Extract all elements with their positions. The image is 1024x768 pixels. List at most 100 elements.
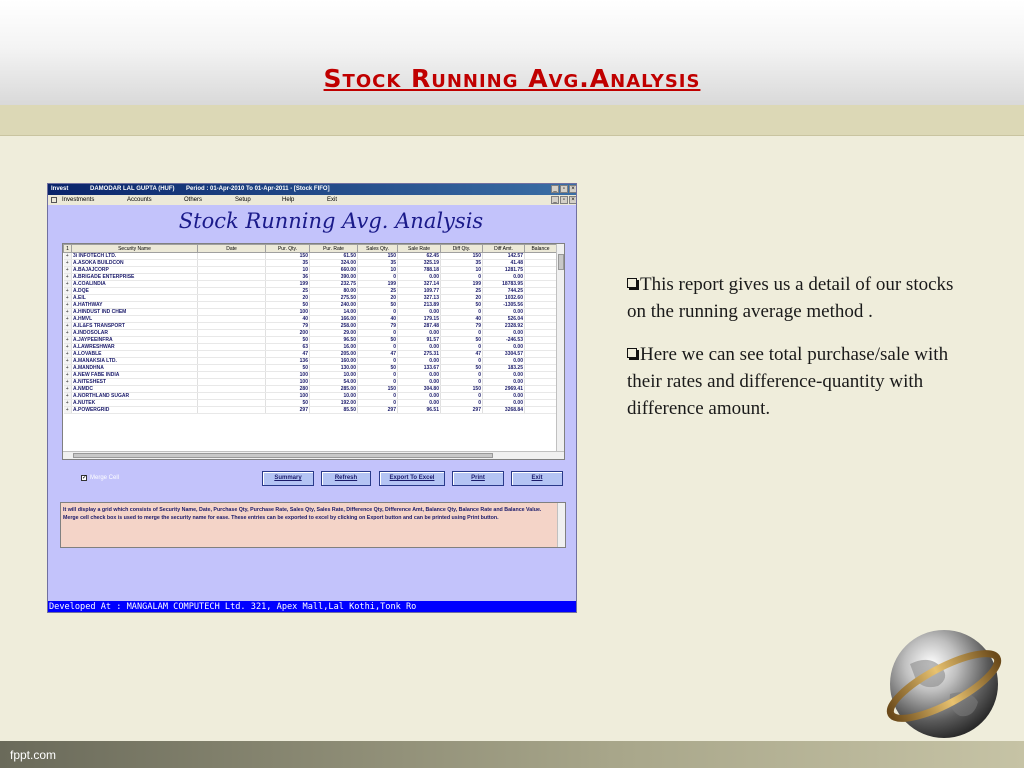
table-row[interactable]: + A.MANDHNA 50 130.00 50 133.67 50 183.25: [63, 364, 557, 372]
table-row[interactable]: + A.COALINDIA 199 232.75 199 327.14 199 18783.9…: [63, 280, 557, 288]
menu-help[interactable]: Help: [282, 195, 294, 205]
expand-icon[interactable]: +: [63, 392, 72, 400]
table-row[interactable]: + A.JAYPEEINFRA 50 96.50 50 91.57 50 -246.53: [63, 336, 557, 344]
merge-cell-checkbox[interactable]: ✓ Merge Cell: [81, 475, 119, 481]
table-cell: 29.00: [309, 329, 358, 337]
table-cell: 0.00: [482, 399, 525, 407]
table-cell-balance: [524, 364, 557, 372]
table-cell: 20: [357, 294, 398, 302]
menubar: Investments Accounts Others Setup Help E…: [48, 195, 576, 205]
table-cell: 0: [440, 329, 483, 337]
expand-icon[interactable]: +: [63, 329, 72, 337]
child-minimize-icon[interactable]: _: [551, 196, 559, 204]
table-row[interactable]: + A.DQE 25 80.00 25 109.77 25 744.25: [63, 287, 557, 295]
table-row[interactable]: + A.LAWRESHWAR 63 16.00 0 0.00 0 0.00: [63, 343, 557, 351]
expand-icon[interactable]: +: [63, 308, 72, 316]
table-row[interactable]: + A.IL&FS TRANSPORT 79 258.00 79 287.48 79 2328…: [63, 322, 557, 330]
menu-accounts[interactable]: Accounts: [127, 195, 152, 205]
refresh-button[interactable]: Refresh: [321, 471, 371, 486]
expand-icon[interactable]: +: [63, 343, 72, 351]
child-close-icon[interactable]: ×: [569, 196, 576, 204]
expand-icon[interactable]: +: [63, 301, 72, 309]
expand-icon[interactable]: +: [63, 266, 72, 274]
expand-icon[interactable]: +: [63, 259, 72, 267]
expand-icon[interactable]: +: [63, 378, 72, 386]
column-header[interactable]: Pur. Qty.: [265, 244, 310, 253]
table-row[interactable]: + A.NMDC 280 285.00 150 304.80 150 2969.41: [63, 385, 557, 393]
table-row[interactable]: +3i INFOTECH LTD. 150 61.50 150 62.45 150 142.…: [63, 252, 557, 260]
table-row[interactable]: + A.NUTEK 50 192.00 0 0.00 0 0.00: [63, 399, 557, 407]
table-cell: [197, 252, 266, 260]
table-row[interactable]: + A.POWERGRID 297 85.50 297 96.51 297 3268.84: [63, 406, 557, 414]
table-row[interactable]: + A.NEW FABE INDIA 100 10.00 0 0.00 0 0.00: [63, 371, 557, 379]
expand-icon[interactable]: +: [63, 406, 72, 414]
table-row[interactable]: + A.HATHWAY 50 240.00 50 213.89 50 -1305.56: [63, 301, 557, 309]
table-row[interactable]: + A.MANAKSIA LTD. 136 160.00 0 0.00 0 0.00: [63, 357, 557, 365]
table-cell: 3304.57: [482, 350, 525, 358]
table-cell: [197, 399, 266, 407]
column-header[interactable]: Diff Amt.: [482, 244, 525, 253]
summary-button[interactable]: Summary: [262, 471, 314, 486]
window-controls: _ ▫ ×: [551, 185, 576, 193]
table-row[interactable]: + A.INDOSOLAR 200 29.00 0 0.00 0 0.00: [63, 329, 557, 337]
child-restore-icon[interactable]: ▫: [560, 196, 568, 204]
close-icon[interactable]: ×: [569, 185, 576, 193]
table-cell: 0.00: [397, 357, 441, 365]
table-row[interactable]: + A.HINDUST IND CHEM 100 14.00 0 0.00 0 0.00: [63, 308, 557, 316]
column-header[interactable]: Security Name: [71, 244, 198, 253]
checkbox-checked-icon[interactable]: ✓: [81, 475, 87, 481]
expand-icon[interactable]: +: [63, 294, 72, 302]
expand-icon[interactable]: +: [63, 385, 72, 393]
grid-horizontal-thumb[interactable]: [73, 453, 493, 458]
stock-grid[interactable]: 1 Security Name Date Pur. Qty. Pur. Rate Sal…: [62, 243, 565, 460]
exit-button[interactable]: Exit: [511, 471, 563, 486]
table-row[interactable]: + A.BRIGADE ENTERPRISE 36 390.00 0 0.00 0 0.00: [63, 273, 557, 281]
grid-horizontal-scrollbar[interactable]: [63, 451, 564, 459]
expand-icon[interactable]: +: [63, 252, 72, 260]
expand-icon[interactable]: +: [63, 315, 72, 323]
table-cell: A.NMDC: [71, 385, 198, 393]
column-header[interactable]: Sale Rate: [397, 244, 441, 253]
table-cell: 0.00: [397, 371, 441, 379]
expand-icon[interactable]: +: [63, 350, 72, 358]
table-row[interactable]: + A.NORTHLAND SUGAR 100 10.00 0 0.00 0 0.00: [63, 392, 557, 400]
expand-icon[interactable]: +: [63, 322, 72, 330]
menu-exit[interactable]: Exit: [327, 195, 337, 205]
menu-investments[interactable]: Investments: [62, 195, 94, 205]
expand-icon[interactable]: +: [63, 287, 72, 295]
export-to-excel-button[interactable]: Export To Excel: [379, 471, 445, 486]
menu-others[interactable]: Others: [184, 195, 202, 205]
expand-icon[interactable]: +: [63, 280, 72, 288]
column-header[interactable]: Balance: [524, 244, 557, 253]
window-titlebar: Invest DAMODAR LAL GUPTA (HUF) Period : …: [48, 184, 576, 195]
column-header[interactable]: Sales Qty.: [357, 244, 398, 253]
info-scrollbar[interactable]: [557, 503, 565, 547]
table-cell: 660.00: [309, 266, 358, 274]
table-row[interactable]: + A.BAJAJCORP 10 660.00 10 788.18 10 1281.75: [63, 266, 557, 274]
table-row[interactable]: + A.LOVABLE 47 205.00 47 275.31 47 3304.57: [63, 350, 557, 358]
table-row[interactable]: + A.EIL 20 275.50 20 327.13 20 1032.60: [63, 294, 557, 302]
restore-icon[interactable]: ▫: [560, 185, 568, 193]
table-row[interactable]: + A.ASOKA BUILDCON 35 324.00 35 325.19 35 41.48: [63, 259, 557, 267]
column-header[interactable]: Date: [197, 244, 266, 253]
expand-icon[interactable]: +: [63, 364, 72, 372]
expand-icon[interactable]: +: [63, 273, 72, 281]
document-icon[interactable]: [51, 197, 57, 203]
minimize-icon[interactable]: _: [551, 185, 559, 193]
table-cell: 10: [357, 266, 398, 274]
grid-vertical-thumb[interactable]: [558, 254, 564, 270]
table-cell-balance: [524, 336, 557, 344]
table-cell: -1305.56: [482, 301, 525, 309]
print-button[interactable]: Print: [452, 471, 504, 486]
menu-setup[interactable]: Setup: [235, 195, 251, 205]
expand-icon[interactable]: +: [63, 357, 72, 365]
table-row[interactable]: + A.HMVL 40 166.00 40 179.15 40 526.04: [63, 315, 557, 323]
grid-vertical-scrollbar[interactable]: [556, 244, 564, 452]
expand-icon[interactable]: +: [63, 336, 72, 344]
expand-icon[interactable]: +: [63, 399, 72, 407]
column-header[interactable]: Diff Qty.: [440, 244, 483, 253]
column-header[interactable]: Pur. Rate: [309, 244, 358, 253]
table-row[interactable]: + A.NITESHEST 100 54.00 0 0.00 0 0.00: [63, 378, 557, 386]
expand-icon[interactable]: +: [63, 371, 72, 379]
table-cell: 130.00: [309, 364, 358, 372]
